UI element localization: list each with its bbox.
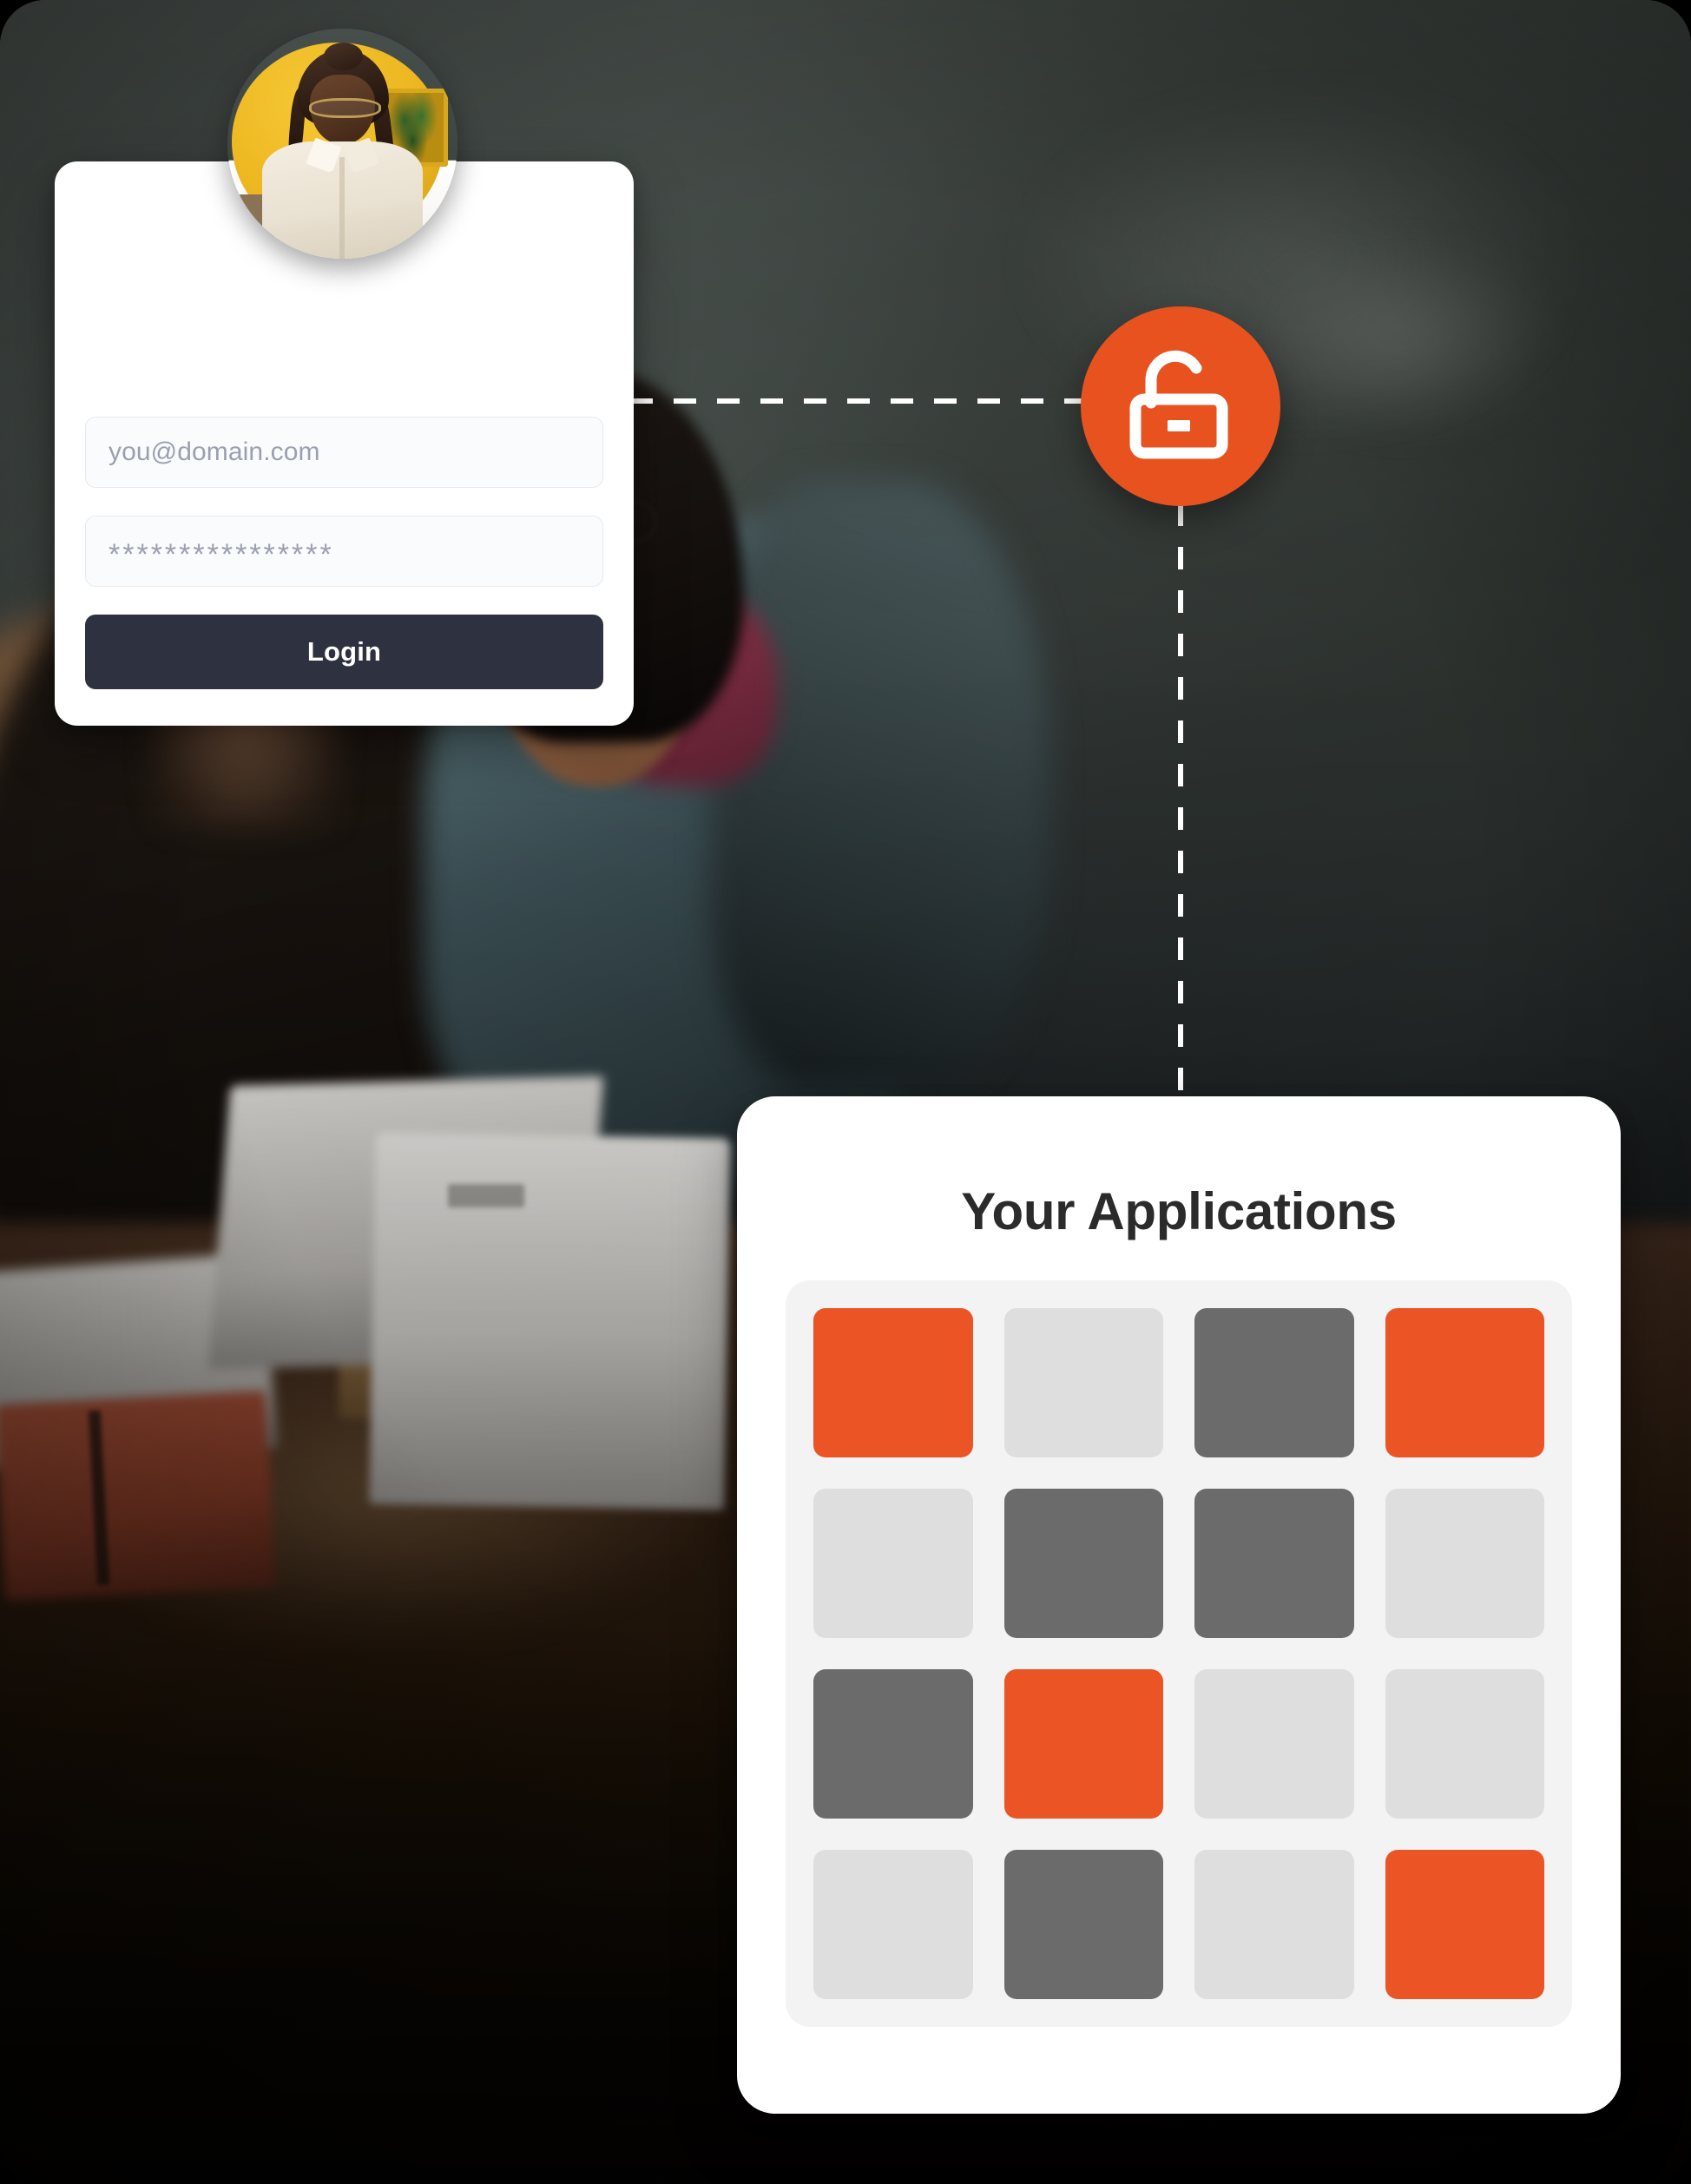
applications-title: Your Applications (961, 1182, 1397, 1240)
login-button[interactable]: Login (85, 615, 603, 689)
application-tile[interactable] (1003, 1669, 1163, 1819)
avatar-glasses (309, 97, 381, 118)
application-tile[interactable] (1194, 1669, 1354, 1819)
email-field-placeholder: you@domain.com (109, 437, 320, 466)
avatar-hair-bun (324, 42, 364, 70)
unlock-badge[interactable] (1081, 306, 1280, 506)
password-field-value: **************** (109, 538, 334, 571)
application-tile[interactable] (1194, 1308, 1354, 1457)
password-field[interactable]: **************** (85, 516, 603, 587)
application-tile[interactable] (1385, 1850, 1544, 1999)
connector-line-vertical (1178, 503, 1183, 1111)
application-tile[interactable] (1003, 1850, 1163, 1999)
applications-grid (813, 1308, 1544, 1999)
application-tile[interactable] (813, 1669, 973, 1819)
application-tile[interactable] (813, 1850, 973, 1999)
application-tile[interactable] (813, 1489, 973, 1638)
unlock-icon (1129, 350, 1228, 459)
application-tile[interactable] (1003, 1489, 1163, 1638)
login-form: you@domain.com **************** Login (85, 417, 603, 689)
scene-root: you@domain.com **************** Login Yo… (0, 0, 1691, 2184)
application-tile[interactable] (1385, 1308, 1544, 1457)
application-tile[interactable] (1003, 1308, 1163, 1457)
applications-card: Your Applications (737, 1096, 1621, 2114)
avatar (227, 29, 457, 259)
application-tile[interactable] (813, 1308, 973, 1457)
application-tile[interactable] (1385, 1669, 1544, 1819)
application-tile[interactable] (1194, 1850, 1354, 1999)
email-field[interactable]: you@domain.com (85, 417, 603, 488)
application-tile[interactable] (1385, 1489, 1544, 1638)
application-tile[interactable] (1194, 1489, 1354, 1638)
applications-panel (786, 1280, 1572, 2027)
avatar-shirt-placket (339, 157, 345, 259)
